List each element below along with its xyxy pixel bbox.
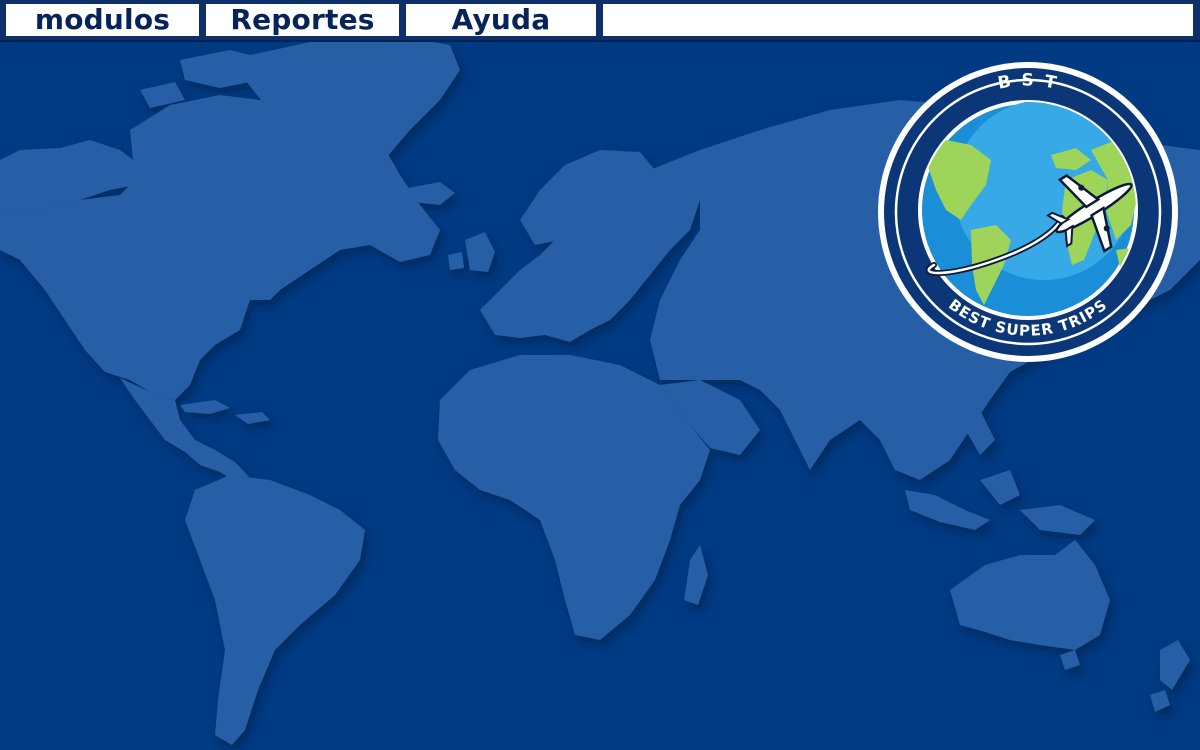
menu-bar-empty-area — [603, 4, 1193, 36]
logo-top-text: B S T — [996, 71, 1058, 94]
menu-item-modulos[interactable]: modulos — [6, 4, 199, 36]
bst-logo: B S T BEST SUPER TRIPS — [878, 62, 1178, 362]
svg-text:B S T: B S T — [996, 71, 1060, 94]
menu-item-ayuda[interactable]: Ayuda — [406, 4, 596, 36]
app-window: modulos Reportes Ayuda B S T BEST SUPER … — [0, 0, 1200, 750]
menu-bar: modulos Reportes Ayuda — [0, 0, 1200, 42]
menu-item-reportes[interactable]: Reportes — [206, 4, 399, 36]
